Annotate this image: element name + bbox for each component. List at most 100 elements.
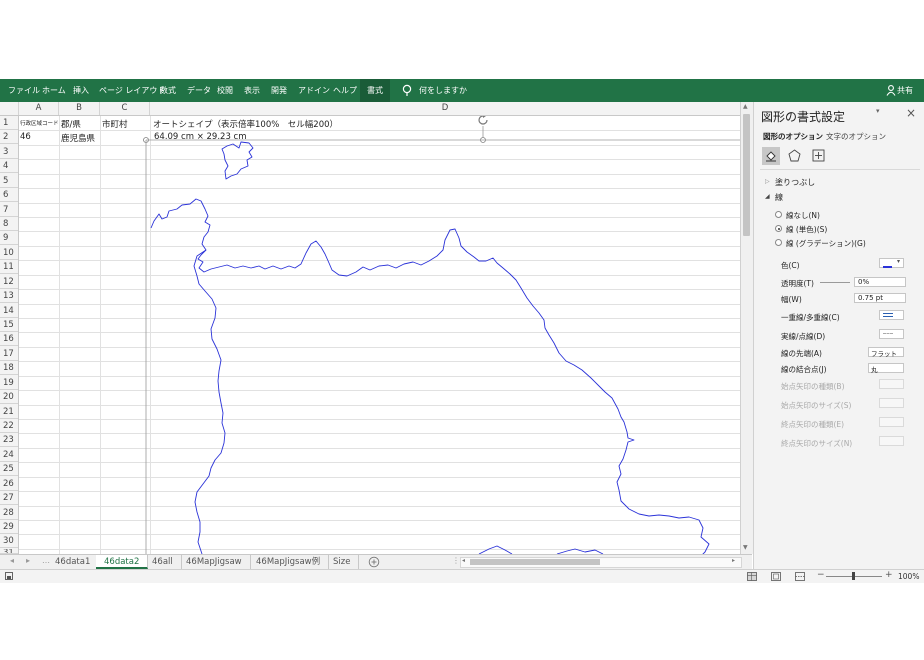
line-section-header[interactable]: 線 [775, 192, 783, 203]
join-type-dropdown[interactable]: 丸 [868, 363, 904, 374]
row-header[interactable]: 18 [0, 361, 18, 375]
sheet-tab-size[interactable]: Size [325, 555, 360, 569]
scroll-right-icon[interactable]: ▸ [732, 557, 735, 564]
width-input[interactable]: 0.75 pt [854, 293, 906, 303]
sheet-tab-46data2[interactable]: 46data2 [96, 555, 149, 569]
scroll-down-icon[interactable]: ▼ [743, 544, 748, 551]
dash-type-dropdown[interactable] [879, 329, 904, 339]
close-icon[interactable]: × [906, 106, 916, 120]
row-header[interactable]: 28 [0, 506, 18, 520]
radio-no-line[interactable] [775, 211, 782, 218]
column-header-d[interactable]: D [150, 102, 740, 115]
scroll-up-icon[interactable]: ▲ [743, 103, 748, 110]
tab-home[interactable]: ホーム [42, 85, 66, 96]
row-header[interactable]: 16 [0, 332, 18, 346]
row-header[interactable]: 5 [0, 174, 18, 188]
line-color-picker[interactable]: ▾ [879, 258, 904, 268]
row-header[interactable]: 12 [0, 275, 18, 289]
fill-line-tab[interactable] [762, 147, 780, 165]
tab-shape-options[interactable]: 図形のオプション [763, 131, 823, 142]
tab-text-options[interactable]: 文字のオプション [826, 131, 886, 142]
row-header[interactable]: 4 [0, 159, 18, 173]
tab-insert[interactable]: 挿入 [73, 85, 89, 96]
scroll-thumb[interactable] [470, 559, 600, 565]
horizontal-scrollbar[interactable]: ◂ ▸ [460, 557, 742, 568]
row-header[interactable]: 8 [0, 217, 18, 231]
tab-page-layout[interactable]: ページ レイアウト [99, 85, 165, 96]
row-header[interactable]: 2 [0, 130, 18, 144]
row-header[interactable]: 7 [0, 203, 18, 217]
zoom-out-icon[interactable]: − [817, 570, 825, 580]
row-header[interactable]: 27 [0, 491, 18, 505]
select-all-corner[interactable] [0, 102, 19, 115]
worksheet-grid[interactable]: 行政区域コード 郡/県 市町村 オートシェイプ（表示倍率100% セル幅200）… [19, 116, 740, 554]
share-button[interactable]: 共有 [897, 85, 913, 96]
row-header[interactable]: 9 [0, 231, 18, 245]
begin-arrow-size-dropdown[interactable] [879, 398, 904, 408]
column-header-b[interactable]: B [59, 102, 100, 115]
column-header-c[interactable]: C [100, 102, 150, 115]
row-header[interactable]: 29 [0, 520, 18, 534]
row-header[interactable]: 24 [0, 448, 18, 462]
zoom-level[interactable]: 100% [898, 572, 919, 581]
row-header[interactable]: 17 [0, 347, 18, 361]
size-icon[interactable] [812, 149, 825, 165]
radio-gradient-line[interactable] [775, 239, 782, 246]
macro-record-icon[interactable] [5, 572, 13, 583]
tell-me-search[interactable]: 何をしますか [419, 85, 467, 96]
row-header[interactable]: 23 [0, 433, 18, 447]
row-header[interactable]: 19 [0, 376, 18, 390]
compound-type-dropdown[interactable] [879, 310, 904, 320]
pentagon-icon[interactable] [788, 149, 801, 165]
row-header[interactable]: 1 [0, 116, 18, 130]
rotate-handle-icon[interactable] [476, 116, 490, 130]
row-header[interactable]: 26 [0, 477, 18, 491]
map-outline-shape[interactable] [19, 116, 740, 554]
page-break-view-icon[interactable] [795, 572, 805, 584]
sheet-tab-46mapjigsaw-example[interactable]: 46MapJigsaw例 [248, 555, 330, 569]
sheet-tab-46data1[interactable]: 46data1 [47, 555, 100, 569]
tab-help[interactable]: ヘルプ [333, 85, 357, 96]
page-layout-view-icon[interactable] [771, 572, 781, 584]
row-header[interactable]: 14 [0, 304, 18, 318]
row-header[interactable]: 15 [0, 318, 18, 332]
tab-format[interactable]: 書式 [360, 79, 390, 102]
sheet-nav-prev-icon[interactable]: ◂ [10, 556, 14, 565]
tab-view[interactable]: 表示 [244, 85, 260, 96]
column-header-a[interactable]: A [19, 102, 59, 115]
end-arrow-type-dropdown[interactable] [879, 417, 904, 427]
row-header[interactable]: 30 [0, 534, 18, 548]
sheet-nav-next-icon[interactable]: ▸ [26, 556, 30, 565]
transparency-slider[interactable] [820, 282, 850, 283]
row-header[interactable]: 25 [0, 462, 18, 476]
row-header[interactable]: 6 [0, 188, 18, 202]
cap-type-dropdown[interactable]: フラット [868, 347, 904, 358]
zoom-slider-thumb[interactable] [852, 572, 855, 580]
row-header[interactable]: 22 [0, 419, 18, 433]
row-header[interactable]: 11 [0, 260, 18, 274]
sheet-tab-46all[interactable]: 46all [144, 555, 182, 569]
row-header[interactable]: 3 [0, 145, 18, 159]
scroll-thumb[interactable] [743, 114, 750, 236]
scroll-left-icon[interactable]: ◂ [462, 557, 465, 564]
sheet-tab-splitter-icon[interactable]: ⋮ [452, 556, 460, 565]
zoom-in-icon[interactable]: + [885, 570, 893, 580]
row-header[interactable]: 13 [0, 289, 18, 303]
tab-formulas[interactable]: 数式 [160, 85, 176, 96]
tab-developer[interactable]: 開発 [271, 85, 287, 96]
tab-data[interactable]: データ [187, 85, 211, 96]
row-header[interactable]: 20 [0, 390, 18, 404]
normal-view-icon[interactable] [747, 572, 757, 584]
radio-solid-line[interactable] [775, 225, 782, 232]
sheet-tab-46mapjigsaw[interactable]: 46MapJigsaw [178, 555, 251, 569]
vertical-scrollbar[interactable]: ▲ ▼ [740, 102, 753, 554]
end-arrow-size-dropdown[interactable] [879, 436, 904, 446]
fill-section-header[interactable]: 塗りつぶし [775, 177, 815, 188]
begin-arrow-type-dropdown[interactable] [879, 379, 904, 389]
tab-file[interactable]: ファイル [8, 85, 40, 96]
tab-review[interactable]: 校閲 [217, 85, 233, 96]
tab-addins[interactable]: アドイン [298, 85, 330, 96]
row-header[interactable]: 10 [0, 246, 18, 260]
chevron-down-icon[interactable]: ▾ [876, 107, 880, 115]
transparency-input[interactable]: 0% [854, 277, 906, 287]
